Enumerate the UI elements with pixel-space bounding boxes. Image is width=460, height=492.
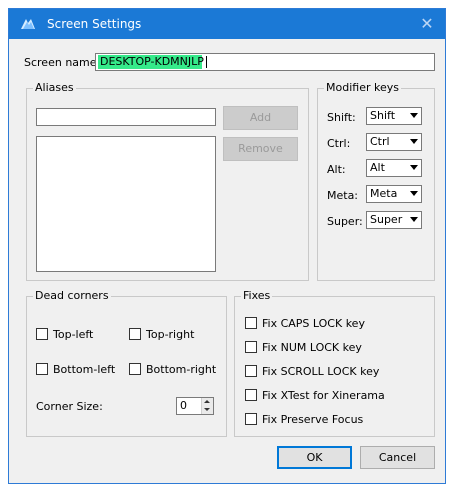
cancel-button[interactable]: Cancel <box>360 446 435 469</box>
fix-caps-lock-label: Fix CAPS LOCK key <box>262 317 365 330</box>
super-select[interactable]: Super <box>366 211 422 229</box>
spin-up-icon[interactable] <box>201 398 213 406</box>
shift-label: Shift: <box>327 111 356 124</box>
chevron-down-icon <box>410 191 418 196</box>
fix-xtest-label: Fix XTest for Xinerama <box>262 389 385 402</box>
screen-name-value: DESKTOP-KDMNJLP <box>100 55 204 68</box>
dead-corners-legend: Dead corners <box>33 289 111 302</box>
chevron-down-icon <box>410 217 418 222</box>
app-icon <box>21 19 35 29</box>
bottom-left-checkbox[interactable] <box>36 363 48 375</box>
screen-name-label: Screen name: <box>24 56 101 69</box>
meta-select[interactable]: Meta <box>366 185 422 203</box>
bottom-right-checkbox[interactable] <box>129 363 141 375</box>
corner-size-spinbox[interactable]: 0 <box>176 397 214 415</box>
text-caret <box>206 56 207 68</box>
shift-select[interactable]: Shift <box>366 107 422 125</box>
ok-button[interactable]: OK <box>277 446 352 469</box>
chevron-down-icon <box>410 165 418 170</box>
fix-scroll-lock-checkbox[interactable] <box>245 365 257 377</box>
top-right-checkbox[interactable] <box>129 328 141 340</box>
chevron-down-icon <box>410 113 418 118</box>
screen-settings-dialog: Screen Settings ✕ Screen name: DESKTOP-K… <box>8 8 446 484</box>
alt-value: Alt <box>370 161 385 174</box>
window-title: Screen Settings <box>47 17 142 31</box>
alt-select[interactable]: Alt <box>366 159 422 177</box>
corner-size-value: 0 <box>180 399 187 412</box>
top-left-checkbox[interactable] <box>36 328 48 340</box>
fix-preserve-focus-label: Fix Preserve Focus <box>262 413 364 426</box>
alt-label: Alt: <box>327 163 346 176</box>
aliases-legend: Aliases <box>33 81 76 94</box>
fix-scroll-lock-label: Fix SCROLL LOCK key <box>262 365 380 378</box>
fixes-legend: Fixes <box>241 289 273 302</box>
ctrl-label: Ctrl: <box>327 137 351 150</box>
bottom-left-label: Bottom-left <box>53 363 116 376</box>
chevron-down-icon <box>410 139 418 144</box>
shift-value: Shift <box>370 109 396 122</box>
ctrl-select[interactable]: Ctrl <box>366 133 422 151</box>
close-icon[interactable]: ✕ <box>417 14 437 34</box>
corner-size-label: Corner Size: <box>36 400 103 413</box>
bottom-right-label: Bottom-right <box>146 363 217 376</box>
alias-input[interactable] <box>36 108 216 126</box>
fix-xtest-checkbox[interactable] <box>245 389 257 401</box>
modifier-keys-legend: Modifier keys <box>324 81 401 94</box>
screen-name-input[interactable]: DESKTOP-KDMNJLP <box>95 53 435 71</box>
meta-label: Meta: <box>327 189 359 202</box>
aliases-list[interactable] <box>36 136 216 272</box>
add-alias-button[interactable]: Add <box>223 106 298 130</box>
meta-value: Meta <box>370 187 398 200</box>
top-left-label: Top-left <box>53 328 94 341</box>
super-label: Super: <box>327 215 363 228</box>
fix-preserve-focus-checkbox[interactable] <box>245 413 257 425</box>
remove-alias-button[interactable]: Remove <box>223 137 298 161</box>
super-value: Super <box>370 213 403 226</box>
top-right-label: Top-right <box>146 328 195 341</box>
spin-down-icon[interactable] <box>201 406 213 414</box>
fix-num-lock-label: Fix NUM LOCK key <box>262 341 362 354</box>
fix-num-lock-checkbox[interactable] <box>245 341 257 353</box>
title-bar[interactable]: Screen Settings ✕ <box>9 9 445 39</box>
ctrl-value: Ctrl <box>370 135 390 148</box>
fix-caps-lock-checkbox[interactable] <box>245 317 257 329</box>
